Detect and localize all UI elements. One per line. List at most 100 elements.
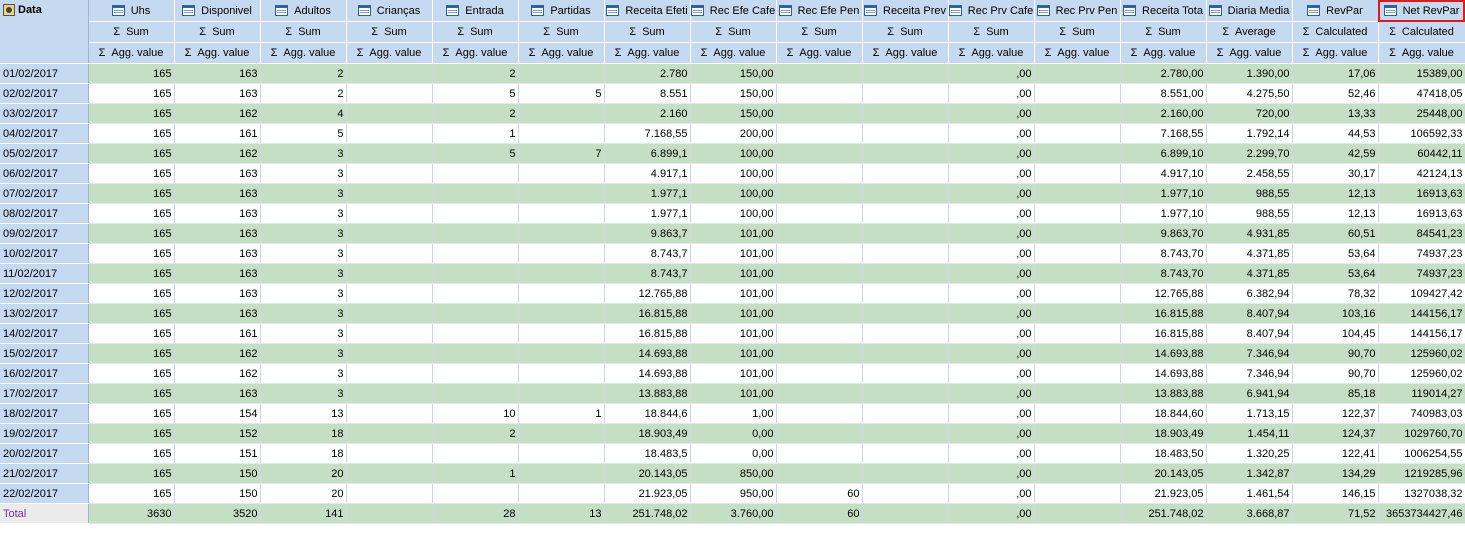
total-value-cell[interactable]: 3630 — [88, 503, 175, 524]
row-field-header-data[interactable]: Data — [0, 0, 89, 64]
value-cell[interactable]: 165 — [88, 263, 175, 284]
value-cell[interactable]: 1,00 — [690, 403, 777, 424]
aggregation-type-cell[interactable]: Σ Sum — [776, 21, 863, 43]
value-cell[interactable]: 18.844,6 — [604, 403, 691, 424]
row-date-header[interactable]: 03/02/2017 — [0, 103, 89, 124]
value-cell[interactable]: 6.899,10 — [1120, 143, 1207, 164]
value-cell[interactable]: 12,13 — [1292, 203, 1379, 224]
value-cell[interactable]: 100,00 — [690, 203, 777, 224]
aggregation-type-cell[interactable]: Σ Sum — [518, 21, 605, 43]
total-value-cell[interactable]: 60 — [776, 503, 863, 524]
value-cell[interactable] — [518, 423, 605, 444]
value-cell[interactable] — [432, 343, 519, 364]
table-row[interactable]: 21/02/2017 165 150 20 1 20.143,05 850,00,00 20.… — [0, 463, 1465, 484]
value-cell[interactable] — [862, 323, 949, 344]
value-cell[interactable] — [432, 203, 519, 224]
value-cell[interactable] — [518, 323, 605, 344]
value-cell[interactable]: 12,13 — [1292, 183, 1379, 204]
value-cell[interactable]: 14.693,88 — [1120, 343, 1207, 364]
value-cell[interactable]: 18 — [260, 443, 347, 464]
value-cell[interactable] — [346, 323, 433, 344]
value-cell[interactable]: 16.815,88 — [1120, 323, 1207, 344]
value-cell[interactable] — [862, 103, 949, 124]
value-cell[interactable] — [1034, 263, 1121, 284]
table-row[interactable]: 14/02/2017 165 161 3 16.815,88 101,00,00 16.81… — [0, 323, 1465, 344]
row-date-header[interactable]: 10/02/2017 — [0, 243, 89, 264]
value-cell[interactable] — [518, 303, 605, 324]
value-cell[interactable] — [1034, 243, 1121, 264]
value-cell[interactable] — [432, 163, 519, 184]
value-cell[interactable]: 163 — [174, 223, 261, 244]
value-cell[interactable]: 165 — [88, 343, 175, 364]
value-cell[interactable]: 150 — [174, 483, 261, 504]
row-date-header[interactable]: 21/02/2017 — [0, 463, 89, 484]
value-cell[interactable]: 7.168,55 — [1120, 123, 1207, 144]
value-cell[interactable] — [1034, 343, 1121, 364]
aggregation-type-cell[interactable]: Σ Sum — [604, 21, 691, 43]
value-cell[interactable]: 1.792,14 — [1206, 123, 1293, 144]
value-cell[interactable]: 950,00 — [690, 483, 777, 504]
value-cell[interactable] — [776, 203, 863, 224]
value-cell[interactable]: 100,00 — [690, 183, 777, 204]
value-cell[interactable]: 150,00 — [690, 63, 777, 84]
value-cell[interactable]: 5 — [518, 83, 605, 104]
column-header-diaria-media[interactable]: Diaria Media — [1206, 0, 1293, 22]
value-cell[interactable]: 162 — [174, 143, 261, 164]
total-row[interactable]: Total 3630 3520 141 28 13 251.748,02 3.760,00 60… — [0, 503, 1465, 524]
column-header-uhs[interactable]: Uhs — [88, 0, 175, 22]
row-date-header[interactable]: 04/02/2017 — [0, 123, 89, 144]
value-cell[interactable] — [862, 163, 949, 184]
value-cell[interactable]: 144156,17 — [1378, 323, 1465, 344]
value-cell[interactable]: 6.382,94 — [1206, 283, 1293, 304]
row-date-header[interactable]: 13/02/2017 — [0, 303, 89, 324]
value-cell[interactable]: 161 — [174, 323, 261, 344]
table-row[interactable]: 09/02/2017 165 163 3 9.863,7 101,00 ,00 9.863,7… — [0, 223, 1465, 244]
value-cell[interactable]: 78,32 — [1292, 283, 1379, 304]
value-cell[interactable]: 52,46 — [1292, 83, 1379, 104]
value-cell[interactable]: 122,41 — [1292, 443, 1379, 464]
value-cell[interactable] — [776, 363, 863, 384]
value-cell[interactable] — [1034, 63, 1121, 84]
value-cell[interactable] — [776, 163, 863, 184]
total-value-cell[interactable]: 71,52 — [1292, 503, 1379, 524]
value-cell[interactable] — [1034, 83, 1121, 104]
value-cell[interactable]: 12.765,88 — [1120, 283, 1207, 304]
value-cell[interactable] — [776, 343, 863, 364]
column-header-net-revpar[interactable]: Net RevPar — [1378, 0, 1465, 22]
value-cell[interactable]: 1219285,96 — [1378, 463, 1465, 484]
row-date-header[interactable]: 20/02/2017 — [0, 443, 89, 464]
value-cell[interactable]: 8.551 — [604, 83, 691, 104]
value-cell[interactable]: 8.551,00 — [1120, 83, 1207, 104]
value-cell[interactable] — [518, 123, 605, 144]
value-cell[interactable]: 4.371,85 — [1206, 263, 1293, 284]
value-cell[interactable] — [776, 423, 863, 444]
value-cell[interactable] — [518, 363, 605, 384]
value-cell[interactable]: 152 — [174, 423, 261, 444]
aggregation-type-cell[interactable]: Σ Sum — [346, 21, 433, 43]
value-cell[interactable] — [518, 343, 605, 364]
value-cell[interactable]: 10 — [432, 403, 519, 424]
value-cell[interactable]: 13 — [260, 403, 347, 424]
value-cell[interactable]: 1.977,1 — [604, 183, 691, 204]
value-cell[interactable] — [518, 243, 605, 264]
table-row[interactable]: 12/02/2017 165 163 3 12.765,88 101,00,00 12.76… — [0, 283, 1465, 304]
value-cell[interactable]: 14.693,88 — [604, 363, 691, 384]
value-cell[interactable]: ,00 — [948, 443, 1035, 464]
value-cell[interactable] — [346, 363, 433, 384]
aggregation-value-cell[interactable]: Σ Agg. value — [174, 42, 261, 64]
value-cell[interactable] — [518, 483, 605, 504]
value-cell[interactable] — [1034, 403, 1121, 424]
aggregation-type-cell[interactable]: Σ Sum — [88, 21, 175, 43]
value-cell[interactable]: 85,18 — [1292, 383, 1379, 404]
value-cell[interactable]: 163 — [174, 303, 261, 324]
value-cell[interactable] — [776, 243, 863, 264]
value-cell[interactable]: 151 — [174, 443, 261, 464]
value-cell[interactable]: 165 — [88, 403, 175, 424]
value-cell[interactable]: 8.743,70 — [1120, 263, 1207, 284]
aggregation-value-cell[interactable]: Σ Agg. value — [948, 42, 1035, 64]
column-header-rec-efe-cafe[interactable]: Rec Efe Cafe — [690, 0, 777, 22]
value-cell[interactable] — [862, 423, 949, 444]
value-cell[interactable] — [432, 223, 519, 244]
value-cell[interactable]: 7 — [518, 143, 605, 164]
value-cell[interactable]: 18.903,49 — [604, 423, 691, 444]
